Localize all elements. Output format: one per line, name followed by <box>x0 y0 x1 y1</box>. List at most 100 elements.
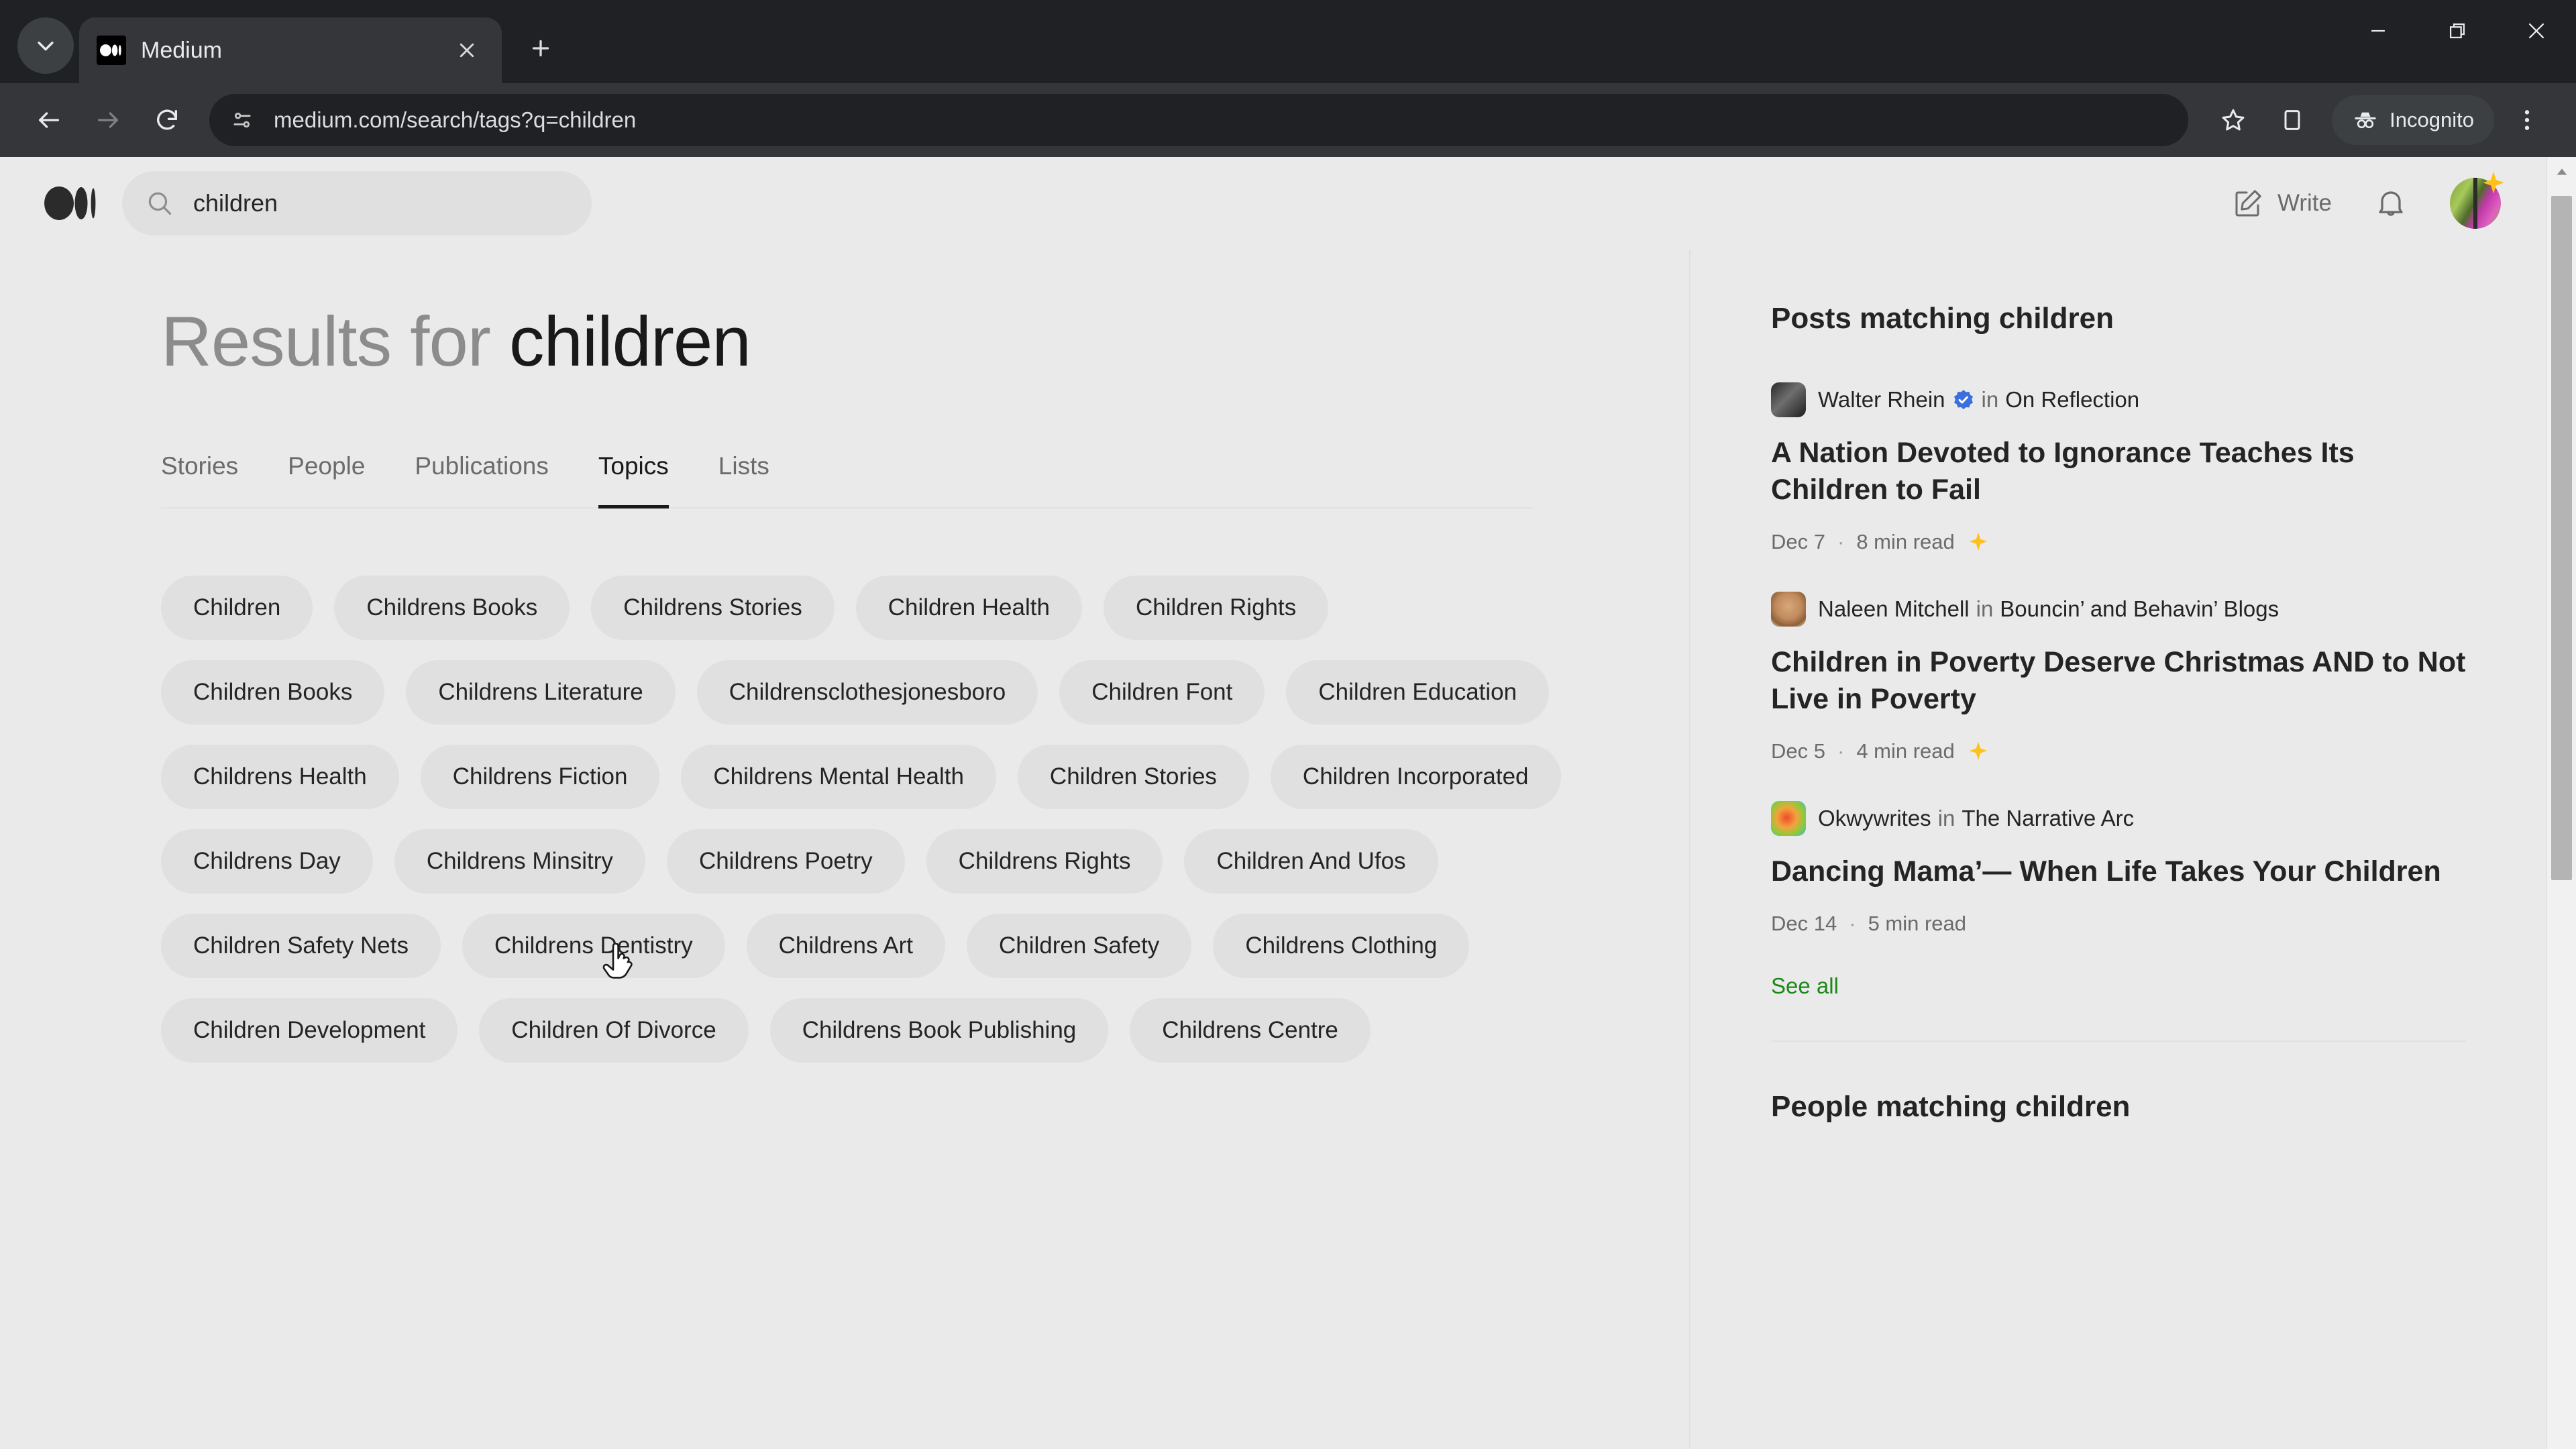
new-tab-button[interactable] <box>515 23 566 74</box>
side-panel-button[interactable] <box>2266 94 2318 146</box>
post-title[interactable]: Dancing Mama’— When Life Takes Your Chil… <box>1771 853 2466 890</box>
scrollbar-thumb[interactable] <box>2551 196 2572 880</box>
topic-chip[interactable]: Childrens Poetry <box>666 829 905 894</box>
medium-logo-glyph <box>100 44 121 56</box>
topic-chip[interactable]: Childrens Literature <box>406 660 676 724</box>
incognito-indicator[interactable]: Incognito <box>2332 95 2494 145</box>
topic-chip[interactable]: Children Books <box>161 660 385 724</box>
topic-chip[interactable]: Children Development <box>161 998 458 1063</box>
see-all-link[interactable]: See all <box>1771 973 2466 999</box>
topic-chip[interactable]: Childrens Fiction <box>420 745 660 809</box>
medium-logo-icon[interactable] <box>44 183 97 223</box>
bookmark-button[interactable] <box>2207 94 2259 146</box>
sidebar-post[interactable]: Okwywrites in The Narrative Arc Dancing … <box>1771 801 2466 936</box>
scroll-up-button[interactable] <box>2547 157 2576 186</box>
results-tabs: Stories People Publications Topics Lists <box>161 452 1533 508</box>
back-button[interactable] <box>23 94 75 146</box>
site-header-actions: Write <box>2232 171 2520 229</box>
topic-chip[interactable]: Childrens Stories <box>591 576 835 640</box>
author-avatar <box>1771 801 1806 837</box>
post-meta: Dec 7 · 8 min read <box>1771 530 2466 554</box>
back-arrow-icon <box>39 112 60 128</box>
post-title[interactable]: A Nation Devoted to Ignorance Teaches It… <box>1771 435 2466 508</box>
topic-chip[interactable]: Childrens Book Publishing <box>769 998 1109 1063</box>
results-title-prefix: Results for <box>161 303 491 381</box>
page-settings-icon[interactable] <box>228 106 256 134</box>
topic-chip[interactable]: Childrens Books <box>334 576 570 640</box>
topic-chip[interactable]: Childrens Centre <box>1130 998 1371 1063</box>
topic-chip[interactable]: Children Stories <box>1017 745 1249 809</box>
topic-chip[interactable]: Children <box>161 576 313 640</box>
post-read-time: 5 min read <box>1868 912 1967 936</box>
topic-chip[interactable]: Childrens Day <box>161 829 373 894</box>
topic-chip[interactable]: Childrens Clothing <box>1213 914 1470 978</box>
restore-window-button[interactable] <box>2418 0 2497 62</box>
search-icon <box>148 192 172 215</box>
sidebar-post[interactable]: Walter Rhein in On Reflection A Nation D… <box>1771 382 2466 554</box>
post-author: Okwywrites <box>1818 806 1931 831</box>
topic-chip[interactable]: Children Of Divorce <box>479 998 749 1063</box>
sidebar-divider <box>1771 1040 2466 1042</box>
tab-search-button[interactable] <box>17 17 74 74</box>
star-icon <box>2222 109 2245 131</box>
browser-window: Medium medium.com/search/tags?q=children… <box>0 0 2576 1449</box>
topic-chip[interactable]: Childrens Health <box>161 745 399 809</box>
tab-publications[interactable]: Publications <box>415 452 549 507</box>
author-avatar <box>1771 382 1806 417</box>
chrome-menu-button[interactable] <box>2501 94 2553 146</box>
minimize-window-button[interactable] <box>2339 0 2418 62</box>
post-publication: On Reflection <box>2005 387 2140 412</box>
topic-chip[interactable]: Childrens Art <box>746 914 946 978</box>
topic-chip[interactable]: Children Health <box>855 576 1082 640</box>
post-meta: Dec 14 · 5 min read <box>1771 912 2466 936</box>
tab-lists[interactable]: Lists <box>718 452 769 507</box>
post-meta: Dec 5 · 4 min read <box>1771 739 2466 763</box>
topic-chip[interactable]: Children Incorporated <box>1270 745 1561 809</box>
notifications-button[interactable] <box>2373 186 2408 221</box>
browser-tab-medium[interactable]: Medium <box>79 17 502 83</box>
topic-chip[interactable]: Children And Ufos <box>1184 829 1438 894</box>
post-byline-text: Okwywrites in The Narrative Arc <box>1818 806 2134 831</box>
restore-icon <box>2449 23 2465 39</box>
address-bar[interactable]: medium.com/search/tags?q=children <box>209 94 2189 146</box>
topic-chip[interactable]: Children Rights <box>1103 576 1329 640</box>
topic-chip[interactable]: Children Safety <box>967 914 1192 978</box>
reload-button[interactable] <box>141 94 193 146</box>
avatar[interactable] <box>2450 171 2504 229</box>
page-title: Results for children <box>161 302 1689 382</box>
topic-chip[interactable]: Childrensclothesjonesboro <box>696 660 1038 724</box>
chevron-down-icon <box>38 42 54 51</box>
post-byline: Okwywrites in The Narrative Arc <box>1771 801 2466 837</box>
post-title[interactable]: Children in Poverty Deserve Christmas AN… <box>1771 644 2466 718</box>
tab-people[interactable]: People <box>288 452 365 507</box>
topic-chip[interactable]: Children Education <box>1286 660 1550 724</box>
forward-arrow-icon <box>98 112 118 128</box>
topic-chip[interactable]: Childrens Mental Health <box>681 745 996 809</box>
post-byline: Walter Rhein in On Reflection <box>1771 382 2466 417</box>
topic-chip[interactable]: Childrens Minsitry <box>394 829 645 894</box>
star-badge-icon <box>2483 171 2504 194</box>
topic-chip[interactable]: Children Safety Nets <box>161 914 441 978</box>
tab-strip: Medium <box>0 0 2576 83</box>
post-in-label: in <box>1976 596 1994 622</box>
topic-chip[interactable]: Childrens Rights <box>926 829 1163 894</box>
topic-chip-list: Children Childrens Books Childrens Stori… <box>161 576 1563 1063</box>
site-search-input[interactable]: children <box>122 171 592 235</box>
tab-stories[interactable]: Stories <box>161 452 238 507</box>
sidebar-post[interactable]: Naleen Mitchell in Bouncin’ and Behavin’… <box>1771 592 2466 763</box>
medium-logo-glyph <box>44 186 96 220</box>
close-tab-button[interactable] <box>449 33 484 68</box>
people-matching-heading: People matching children <box>1771 1090 2131 1124</box>
topic-chip[interactable]: Children Font <box>1059 660 1265 724</box>
topic-chip[interactable]: Childrens Dentistry <box>462 914 725 978</box>
post-byline: Naleen Mitchell in Bouncin’ and Behavin’… <box>1771 592 2466 627</box>
tab-topics[interactable]: Topics <box>598 452 669 508</box>
close-window-button[interactable] <box>2497 0 2576 62</box>
write-button[interactable]: Write <box>2232 187 2332 219</box>
page-scrollbar[interactable] <box>2546 157 2576 1449</box>
post-publication: Bouncin’ and Behavin’ Blogs <box>2000 596 2279 622</box>
post-byline-text: Walter Rhein in On Reflection <box>1818 387 2139 413</box>
browser-toolbar: medium.com/search/tags?q=children Incogn… <box>0 83 2576 157</box>
forward-button[interactable] <box>82 94 134 146</box>
tab-title: Medium <box>141 37 222 63</box>
